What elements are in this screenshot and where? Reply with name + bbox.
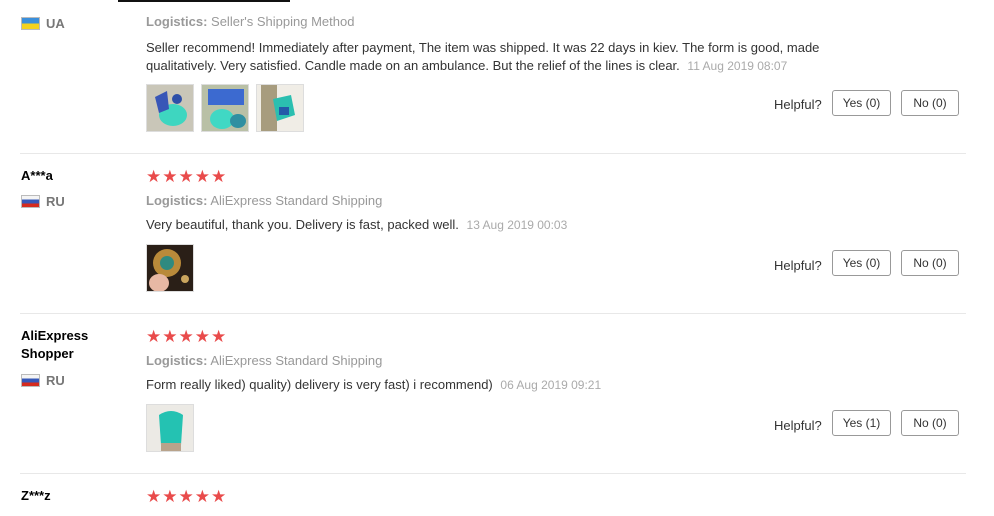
logistics-label: Logistics: <box>146 14 208 29</box>
review-photo[interactable] <box>146 404 194 452</box>
helpful-no-button[interactable]: No (0) <box>901 90 959 116</box>
photo-candle-icon <box>257 85 303 131</box>
country-code: RU <box>46 373 65 388</box>
helpful-yes-button[interactable]: Yes (0) <box>832 90 891 116</box>
logistics-info: Logistics: Seller's Shipping Method <box>146 14 354 29</box>
review-photo[interactable] <box>146 244 194 292</box>
photo-candle-icon <box>202 85 248 131</box>
logistics-info: Logistics: AliExpress Standard Shipping <box>146 193 382 208</box>
star-rating: ★★★★★ <box>146 327 228 346</box>
review-date: 11 Aug 2019 08:07 <box>687 59 788 73</box>
flag-ua-icon <box>21 17 40 30</box>
reviewer-name: AliExpress Shopper <box>21 328 89 361</box>
helpful-yes-button[interactable]: Yes (1) <box>832 410 891 436</box>
review-item: UA Logistics: Seller's Shipping Method S… <box>20 0 966 154</box>
review-text: Seller recommend! Immediately after paym… <box>146 39 846 75</box>
helpful-label: Helpful? <box>774 418 822 433</box>
reviewer-country: RU <box>21 373 65 388</box>
star-rating: ★★★★★ <box>146 487 228 506</box>
review-photo[interactable] <box>256 84 304 132</box>
logistics-value: Seller's Shipping Method <box>211 14 355 29</box>
helpful-label: Helpful? <box>774 97 822 112</box>
logistics-value: AliExpress Standard Shipping <box>210 193 383 208</box>
country-code: UA <box>46 16 65 31</box>
review-item: Z***z ★★★★★ <box>20 473 966 516</box>
flag-ru-icon <box>21 195 40 208</box>
review-date: 13 Aug 2019 00:03 <box>466 218 568 232</box>
logistics-label: Logistics: <box>146 353 208 368</box>
logistics-info: Logistics: AliExpress Standard Shipping <box>146 353 382 368</box>
star-rating: ★★★★★ <box>146 167 228 186</box>
photo-candle-icon <box>147 245 193 291</box>
review-photo[interactable] <box>146 84 194 132</box>
helpful-no-button[interactable]: No (0) <box>901 410 959 436</box>
review-item: A***a RU ★★★★★ Logistics: AliExpress Sta… <box>20 153 966 314</box>
review-body: Very beautiful, thank you. Delivery is f… <box>146 217 459 232</box>
reviewer-name: A***a <box>21 168 53 183</box>
flag-ru-icon <box>21 374 40 387</box>
logistics-label: Logistics: <box>146 193 208 208</box>
photo-candle-icon <box>147 405 193 451</box>
photo-candle-icon <box>147 85 193 131</box>
helpful-yes-button[interactable]: Yes (0) <box>832 250 891 276</box>
country-code: RU <box>46 194 65 209</box>
logistics-value: AliExpress Standard Shipping <box>210 353 383 368</box>
review-text: Very beautiful, thank you. Delivery is f… <box>146 216 846 234</box>
reviewer-country: RU <box>21 194 65 209</box>
helpful-label: Helpful? <box>774 258 822 273</box>
helpful-no-button[interactable]: No (0) <box>901 250 959 276</box>
review-body: Form really liked) quality) delivery is … <box>146 377 493 392</box>
reviewer-country: UA <box>21 16 65 31</box>
review-text: Form really liked) quality) delivery is … <box>146 376 846 394</box>
reviewer-name: Z***z <box>21 488 51 503</box>
review-date: 06 Aug 2019 09:21 <box>500 378 602 392</box>
review-photo[interactable] <box>201 84 249 132</box>
review-item: AliExpress Shopper RU ★★★★★ Logistics: A… <box>20 313 966 474</box>
